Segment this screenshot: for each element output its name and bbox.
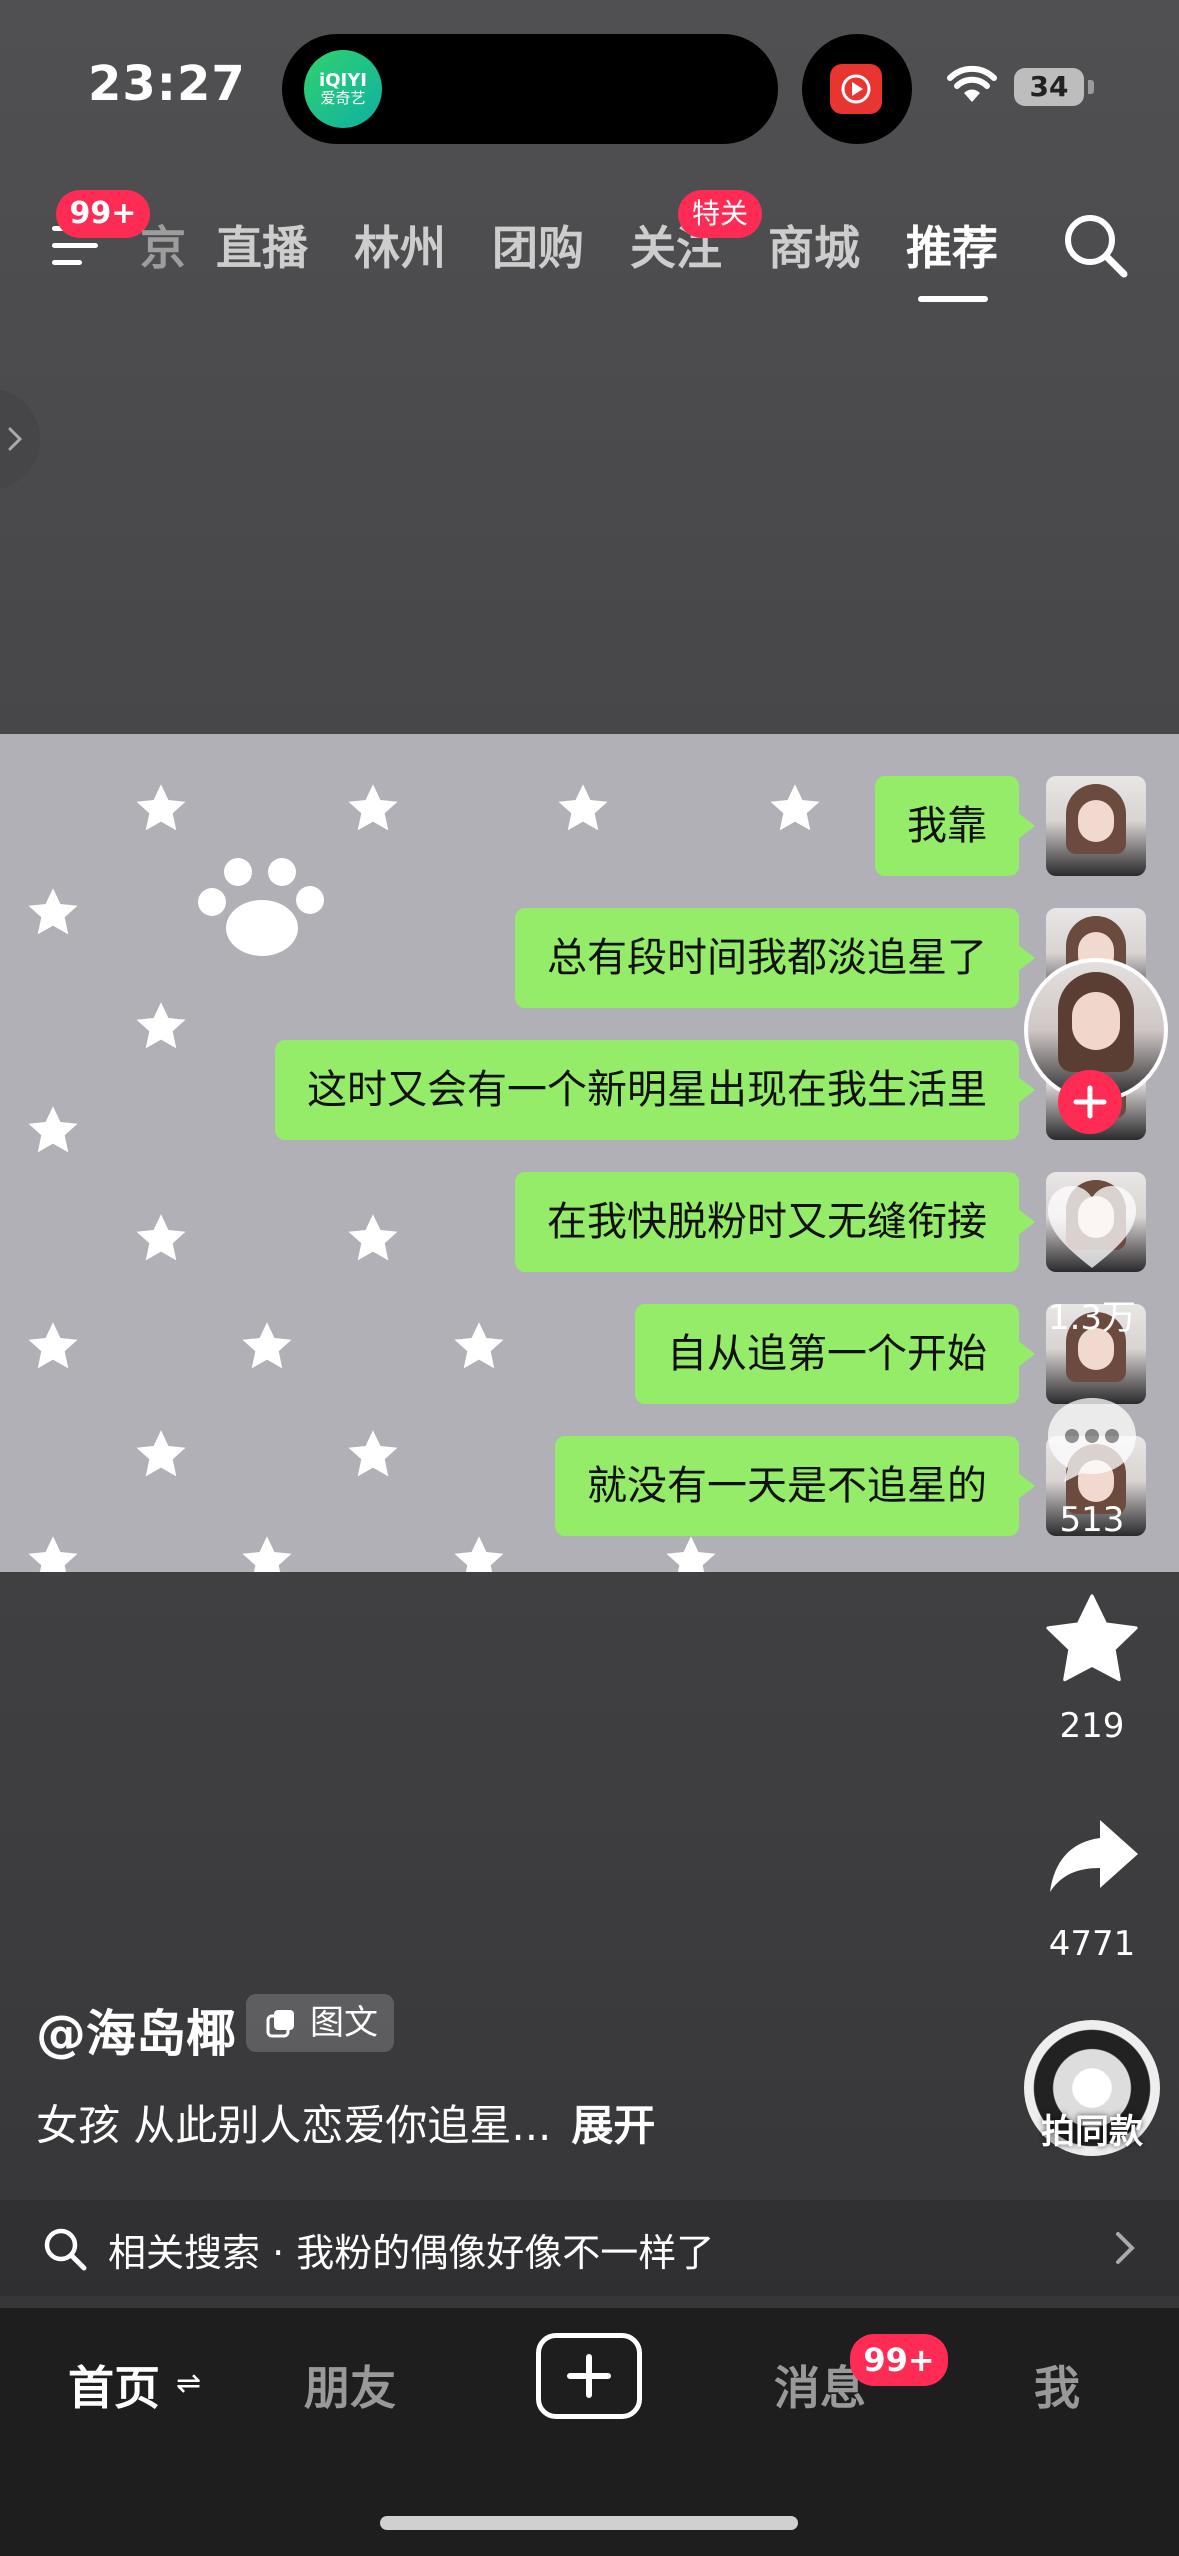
share-arrow-icon[interactable] [1048,1816,1140,1896]
chat-avatar [1046,776,1146,876]
star-decoration [28,1536,78,1572]
dynamic-island[interactable]: iQIYI 爱奇艺 [282,34,778,144]
search-icon[interactable] [1062,212,1130,280]
chat-bubble: 这时又会有一个新明星出现在我生活里 [275,1040,1035,1140]
messages-badge: 99+ [850,2334,948,2386]
related-search-text: 相关搜索 · 我粉的偶像好像不一样了 [108,2231,715,2275]
star-decoration [242,1536,292,1572]
favorite-count: 219 [1059,1706,1125,1746]
screen-record-indicator[interactable] [802,34,912,144]
chat-bubble: 在我快脱粉时又无缝衔接 [515,1172,1035,1272]
tab-linzhou[interactable]: 林州 [354,212,446,278]
star-decoration [454,1322,504,1369]
post-image[interactable]: 我靠 总有段时间我都淡追星了 这时又会有一个新明星出现在我生活里 在我快脱粉时又… [0,734,1179,1572]
star-decoration [136,1002,186,1049]
star-decoration [348,1214,398,1261]
use-template-label[interactable]: 拍同款 [1022,2104,1162,2153]
image-post-icon [266,2010,294,2038]
battery-icon: 34 [1014,68,1084,106]
chevron-right-icon [1116,2232,1135,2264]
battery-tip [1088,80,1094,94]
star-decoration [136,1214,186,1261]
iqiyi-logo-subtext: 爱奇艺 [320,88,366,107]
share-count: 4771 [1048,1924,1136,1964]
chat-bubble: 就没有一天是不追星的 [555,1436,1035,1536]
chat-bubble: 自从追第一个开始 [635,1304,1035,1404]
star-favorite-icon[interactable] [1044,1594,1140,1686]
star-decoration [136,784,186,831]
tab-partial[interactable]: 京 [140,212,186,278]
star-decoration [242,1322,292,1369]
star-decoration [770,784,820,831]
tab-friends[interactable]: 朋友 [304,2352,396,2418]
tab-mall[interactable]: 商城 [768,212,860,278]
plus-icon [1073,1085,1107,1119]
refresh-icon[interactable]: ⇌ [176,2366,201,2401]
star-decoration [666,1536,716,1572]
active-tab-indicator [918,296,988,302]
home-indicator[interactable] [380,2516,798,2530]
star-decoration [28,1106,78,1153]
tab-me[interactable]: 我 [1034,2352,1080,2418]
status-time: 23:27 [88,56,246,112]
star-decoration [28,1322,78,1369]
expand-link[interactable]: 展开 [571,2101,655,2150]
tab-group-buy[interactable]: 团购 [492,212,584,278]
follow-button[interactable] [1058,1070,1122,1134]
star-decoration [558,784,608,831]
search-icon [44,2228,87,2271]
star-decoration [136,1430,186,1477]
iqiyi-app-icon[interactable]: iQIYI 爱奇艺 [304,50,382,128]
post-type-label: 图文 [310,2003,378,2043]
menu-badge: 99+ [56,190,150,238]
star-decoration [348,1430,398,1477]
wifi-icon [947,65,997,102]
star-decoration [28,888,78,935]
following-badge: 特关 [678,190,762,238]
tab-recommend[interactable]: 推荐 [906,212,998,278]
screen-record-icon [830,64,882,114]
chat-bubble: 总有段时间我都淡追星了 [515,908,1035,1008]
caption: 女孩 从此别人恋爱你追星... 展开 [36,2092,655,2153]
comment-icon[interactable] [1044,1394,1140,1484]
tab-home[interactable]: 首页 [68,2352,160,2418]
related-search-bar[interactable]: 相关搜索 · 我粉的偶像好像不一样了 [0,2200,1179,2296]
caption-text: 女孩 从此别人恋爱你追星... [36,2101,552,2150]
plus-icon [567,2354,611,2398]
create-post-button[interactable] [536,2333,642,2419]
chat-bubble: 我靠 [875,776,1035,876]
heart-icon[interactable] [1044,1184,1140,1272]
star-decoration [454,1536,504,1572]
iqiyi-logo-text: iQIYI [319,69,367,91]
tab-live[interactable]: 直播 [216,212,308,278]
star-decoration [348,784,398,831]
comment-count: 513 [1059,1500,1125,1540]
paw-print-decoration [198,858,324,956]
post-type-badge: 图文 [246,1994,394,2052]
chevron-right-icon [8,427,23,451]
author-name[interactable]: @海岛椰 [36,1994,236,2066]
like-count: 1.3万 [1047,1298,1137,1338]
